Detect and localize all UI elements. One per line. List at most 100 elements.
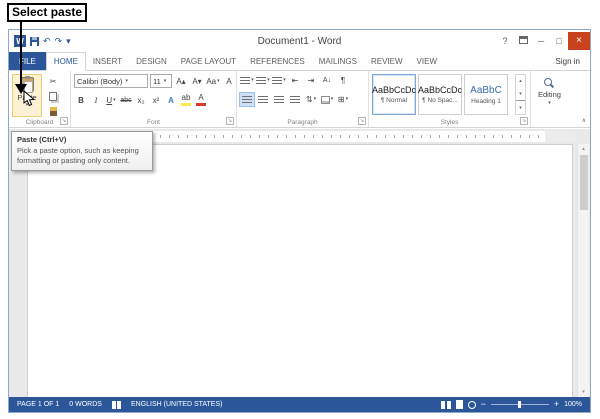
scroll-up-arrow[interactable]: ▴: [582, 144, 585, 154]
subscript-button[interactable]: x₂: [134, 94, 148, 107]
style-heading1[interactable]: AaBbC Heading 1: [464, 74, 508, 115]
styles-dialog-launcher[interactable]: ↘: [520, 117, 528, 125]
sign-in-link[interactable]: Sign in: [556, 52, 590, 70]
editing-button[interactable]: Editing ▾: [538, 78, 561, 106]
font-group-label: Font: [146, 119, 160, 126]
tab-file[interactable]: FILE: [9, 52, 46, 70]
style-preview: AaBbCcDc: [418, 85, 463, 95]
tab-mailings[interactable]: MAILINGS: [312, 52, 364, 70]
collapse-ribbon-button[interactable]: ∧: [582, 117, 586, 124]
tab-home[interactable]: HOME: [45, 52, 86, 71]
strikethrough-button[interactable]: abc: [119, 94, 133, 107]
font-color-button[interactable]: A: [194, 93, 208, 107]
line-spacing-icon: ⇅: [305, 95, 313, 104]
word-count[interactable]: 0 WORDS: [69, 401, 102, 408]
group-font: Calibri (Body) ▾ 11 ▾ A▴ A▾ Aa ▾ A B I U ▾…: [71, 71, 237, 127]
zoom-slider[interactable]: [490, 401, 549, 408]
save-button[interactable]: [30, 36, 39, 46]
line-spacing-button[interactable]: ⇅ ▾: [304, 93, 318, 106]
italic-button[interactable]: I: [89, 94, 103, 107]
zoom-level[interactable]: 100%: [564, 401, 582, 408]
window-controls: ? ─ □ ×: [496, 32, 590, 50]
scrollbar-thumb[interactable]: [579, 155, 588, 210]
clipboard-dialog-launcher[interactable]: ↘: [60, 117, 68, 125]
justify-button[interactable]: [288, 93, 302, 106]
highlight-icon: ab: [181, 93, 191, 102]
document-page[interactable]: [27, 144, 573, 397]
highlight-color-bar: [181, 103, 191, 106]
maximize-button[interactable]: □: [550, 32, 568, 50]
numbering-icon: [256, 76, 267, 85]
superscript-button[interactable]: x²: [149, 94, 163, 107]
scroll-down-arrow[interactable]: ▾: [582, 387, 585, 397]
format-painter-button[interactable]: [46, 105, 60, 118]
tab-insert[interactable]: INSERT: [86, 52, 129, 70]
align-center-button[interactable]: [256, 93, 270, 106]
font-name-select[interactable]: Calibri (Body) ▾: [74, 74, 148, 88]
style-preview: AaBbCcDc: [372, 85, 417, 95]
font-dialog-launcher[interactable]: ↘: [226, 117, 234, 125]
ribbon: Paste ▾ ✂ Clipboard ↘ Calibri (Body) ▾ 1…: [9, 71, 590, 128]
close-button[interactable]: ×: [568, 32, 590, 50]
shrink-font-button[interactable]: A▾: [190, 75, 204, 88]
language-indicator[interactable]: ENGLISH (UNITED STATES): [131, 401, 223, 408]
tab-review[interactable]: REVIEW: [364, 52, 410, 70]
tab-view[interactable]: VIEW: [410, 52, 444, 70]
borders-button[interactable]: ⊞ ▾: [336, 93, 350, 106]
quick-access-toolbar: W ↶ ↷ ▾: [9, 35, 71, 47]
decrease-indent-button[interactable]: ⇤: [288, 74, 302, 87]
style-no-spacing[interactable]: AaBbCcDc ¶ No Spac...: [418, 74, 462, 115]
numbering-button[interactable]: ▾: [256, 74, 270, 87]
help-button[interactable]: ?: [496, 32, 514, 50]
ribbon-display-options-button[interactable]: [514, 32, 532, 50]
tab-page-layout[interactable]: PAGE LAYOUT: [174, 52, 243, 70]
vertical-scrollbar[interactable]: ▴ ▾: [577, 144, 589, 397]
chevron-down-icon: ▾: [113, 96, 116, 103]
font-size-select[interactable]: 11 ▾: [150, 74, 172, 88]
styles-gallery: AaBbCcDc ¶ Normal AaBbCcDc ¶ No Spac... …: [372, 74, 508, 115]
paragraph-dialog-launcher[interactable]: ↘: [358, 117, 366, 125]
style-name: ¶ No Spac...: [422, 97, 458, 104]
zoom-in-button[interactable]: +: [554, 400, 559, 409]
tab-references[interactable]: REFERENCES: [243, 52, 312, 70]
chevron-down-icon: ▾: [251, 77, 254, 83]
style-normal[interactable]: AaBbCcDc ¶ Normal: [372, 74, 416, 115]
align-right-button[interactable]: [272, 93, 286, 106]
print-layout-button[interactable]: [455, 400, 463, 409]
increase-indent-button[interactable]: ⇥: [304, 74, 318, 87]
undo-button[interactable]: ↶: [43, 36, 51, 46]
web-layout-button[interactable]: [467, 400, 476, 409]
text-effects-button[interactable]: A: [164, 94, 178, 107]
styles-scroll-up-button[interactable]: ▴: [516, 75, 525, 88]
show-paragraph-marks-button[interactable]: ¶: [336, 74, 350, 87]
zoom-slider-thumb[interactable]: [517, 401, 521, 408]
change-case-button[interactable]: Aa ▾: [206, 75, 220, 88]
grow-font-button[interactable]: A▴: [174, 75, 188, 88]
read-mode-button[interactable]: [440, 400, 451, 409]
minimize-button[interactable]: ─: [532, 32, 550, 50]
align-left-button[interactable]: [239, 92, 255, 107]
underline-button[interactable]: U ▾: [104, 94, 118, 107]
zoom-out-button[interactable]: −: [481, 400, 486, 409]
styles-more-button[interactable]: ▾: [516, 100, 525, 114]
bullets-icon: [240, 76, 251, 85]
customize-qat-button[interactable]: ▾: [66, 36, 71, 46]
shading-button[interactable]: ▾: [320, 93, 334, 106]
copy-button[interactable]: [46, 90, 60, 103]
bullets-button[interactable]: ▾: [240, 74, 254, 87]
statusbar-right: − + 100%: [440, 400, 582, 409]
spellcheck-icon[interactable]: [111, 400, 121, 409]
chevron-down-icon: ▾: [548, 100, 551, 106]
highlight-button[interactable]: ab: [179, 93, 193, 107]
styles-scrollbar: ▴ ▾ ▾: [515, 74, 526, 115]
styles-scroll-down-button[interactable]: ▾: [516, 88, 525, 101]
clear-formatting-button[interactable]: A: [222, 75, 236, 88]
cut-button[interactable]: ✂: [46, 75, 60, 88]
group-editing: Editing ▾: [531, 71, 579, 127]
tab-design[interactable]: DESIGN: [129, 52, 174, 70]
redo-button[interactable]: ↷: [55, 36, 63, 46]
multilevel-list-button[interactable]: ▾: [272, 74, 286, 87]
sort-button[interactable]: A↓: [320, 74, 334, 87]
page-indicator[interactable]: PAGE 1 OF 1: [17, 401, 59, 408]
bold-button[interactable]: B: [74, 94, 88, 107]
